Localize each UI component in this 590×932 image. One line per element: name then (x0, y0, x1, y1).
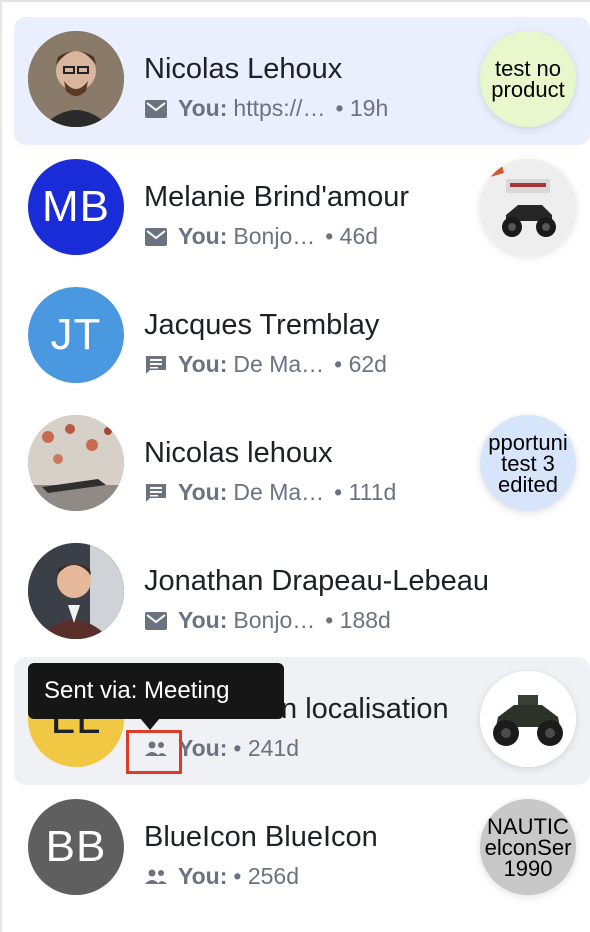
avatar-photo-icon (28, 31, 124, 127)
left-border (0, 0, 2, 932)
you-label: You: (178, 479, 228, 505)
atv-thumbnail[interactable] (480, 159, 576, 255)
message-time: • 46d (325, 223, 379, 249)
opportunity-thumbnail[interactable]: test no product (480, 31, 576, 127)
conversation-row[interactable]: MB Melanie Brind'amour You: Bonjo… • 46d (14, 145, 590, 273)
you-label: You: (178, 735, 228, 761)
conversation-row[interactable]: JT Jacques Tremblay You: De Ma… • 62d (14, 273, 590, 401)
contact-name: Nicolas Lehoux (144, 53, 343, 85)
message-time: • 111d (334, 479, 397, 505)
contact-name: BlueIcon BlueIcon (144, 821, 378, 853)
message-meta: You: Bonjo… • 188d (144, 607, 391, 634)
thumbnail-text: test no product (491, 56, 565, 102)
you-label: You: (178, 351, 228, 377)
contact-name: Melanie Brind'amour (144, 181, 410, 213)
you-label: You: (178, 863, 228, 889)
avatar-initials: MB (42, 182, 110, 231)
message-time: • 256d (233, 863, 300, 889)
message-meta: You: De Ma… • 111d (144, 479, 396, 506)
message-meta: You: De Ma… • 62d (144, 351, 387, 378)
avatar (28, 31, 124, 127)
opportunity-thumbnail[interactable]: NAUTIC elconSer 1990 (480, 799, 576, 895)
avatar-initials: JT (50, 310, 102, 359)
avatar (28, 543, 124, 639)
you-label: You: (178, 95, 228, 121)
tooltip-arrow (140, 718, 160, 730)
chat-icon (144, 481, 168, 505)
tooltip-text: Sent via: Meeting (44, 677, 230, 704)
atv-image-icon (480, 671, 576, 767)
message-preview: Bonjo… (233, 223, 316, 249)
thumbnail-text: NAUTIC elconSer 1990 (484, 813, 572, 881)
conversation-list: Nicolas Lehoux You: https://… • 19h test… (14, 17, 590, 913)
message-preview: De Ma… (233, 351, 325, 377)
email-icon (144, 225, 168, 249)
you-label: You: (178, 223, 228, 249)
chat-icon (144, 353, 168, 377)
conversation-row[interactable]: Jonathan Drapeau-Lebeau You: Bonjo… • 18… (14, 529, 590, 657)
message-preview: Bonjo… (233, 607, 316, 633)
avatar: JT (28, 287, 124, 383)
message-time: • 188d (325, 607, 391, 633)
message-preview: https://… (233, 95, 326, 121)
message-meta: You: • 256d (144, 863, 299, 890)
avatar: BB (28, 799, 124, 895)
message-meta: You: https://… • 19h (144, 95, 388, 122)
people-icon (144, 865, 168, 889)
contact-name: Jacques Tremblay (144, 309, 380, 341)
avatar: MB (28, 159, 124, 255)
conversation-row[interactable]: Nicolas Lehoux You: https://… • 19h test… (14, 17, 590, 145)
conversation-row[interactable]: BB BlueIcon BlueIcon You: • 256d NAUTIC … (14, 785, 590, 913)
atv-thumbnail[interactable] (480, 671, 576, 767)
message-time: • 241d (233, 735, 300, 761)
message-time: • 62d (334, 351, 387, 377)
message-preview: De Ma… (233, 479, 325, 505)
conversation-row[interactable]: Nicolas lehoux You: De Ma… • 111d pportu… (14, 401, 590, 529)
atv-image-icon (480, 159, 576, 255)
contact-name: Nicolas lehoux (144, 437, 333, 469)
avatar (28, 415, 124, 511)
thumbnail-text: pportuni test 3 edited (488, 429, 568, 497)
you-label: You: (178, 607, 228, 633)
message-meta: You: Bonjo… • 46d (144, 223, 378, 250)
avatar-initials: BB (45, 822, 107, 871)
email-icon (144, 609, 168, 633)
opportunity-thumbnail[interactable]: pportuni test 3 edited (480, 415, 576, 511)
tooltip: Sent via: Meeting (28, 663, 284, 719)
top-divider (0, 0, 590, 2)
message-time: • 19h (335, 95, 389, 121)
email-icon (144, 97, 168, 121)
avatar-photo-icon (28, 415, 124, 511)
highlight-box (126, 730, 182, 774)
avatar-photo-icon (28, 543, 124, 639)
contact-name: Jonathan Drapeau-Lebeau (144, 565, 490, 597)
